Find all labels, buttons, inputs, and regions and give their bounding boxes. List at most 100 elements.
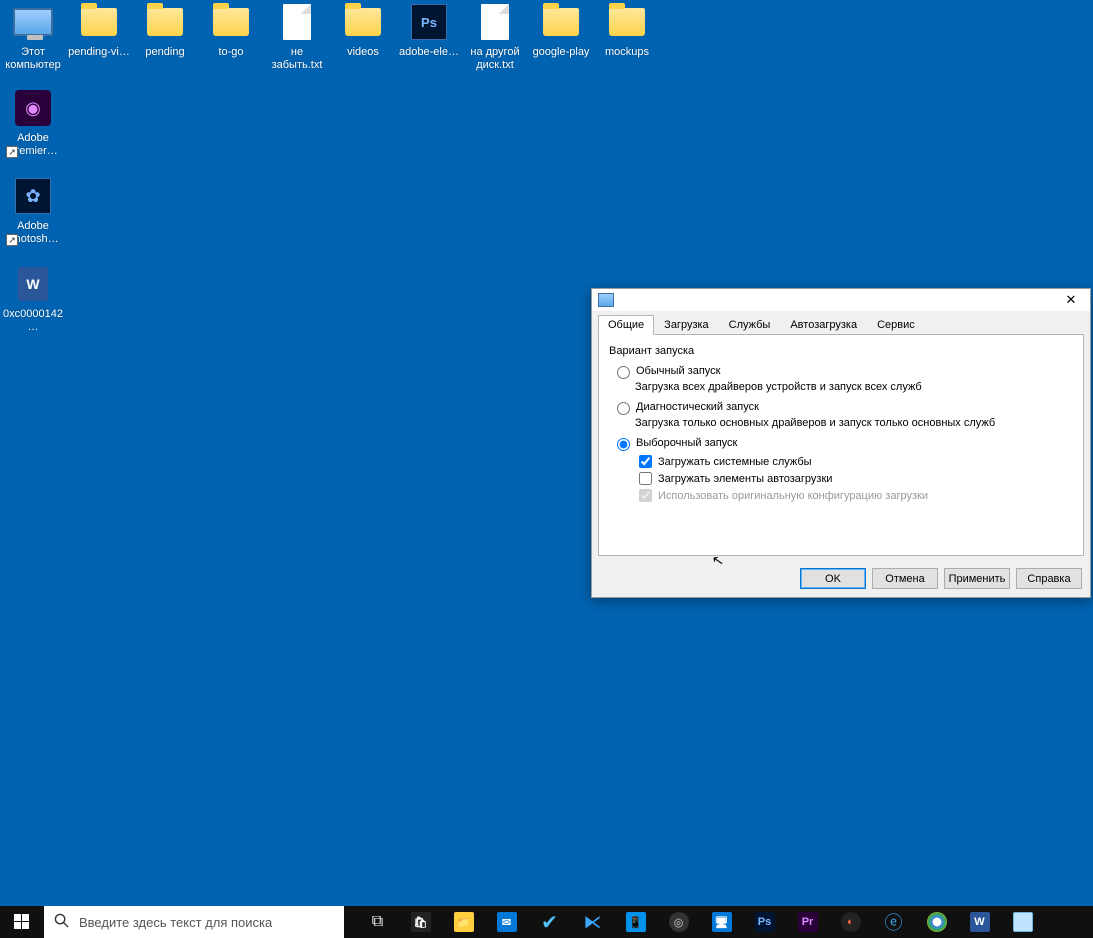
tab-panel-general: Вариант запуска Обычный запуск Загрузка … — [598, 334, 1084, 556]
checkbox-input[interactable] — [639, 455, 652, 468]
apply-button[interactable]: Применить — [944, 568, 1010, 589]
store-icon: 🛍 — [411, 912, 431, 932]
taskbar-app-store[interactable]: 🛍 — [399, 906, 442, 938]
photoshop-file-icon: Ps — [411, 4, 447, 40]
close-button[interactable]: ✕ — [1056, 290, 1086, 310]
computer-icon — [13, 8, 53, 36]
word-icon: W — [970, 912, 990, 932]
desktop-icon-mockups[interactable]: mockups — [594, 2, 660, 59]
icon-label: Этот компьютер — [0, 46, 66, 72]
task-view-icon: ⧉ — [372, 913, 383, 931]
checkbox-label: Загружать элементы автозагрузки — [658, 473, 832, 485]
search-box[interactable]: Введите здесь текст для поиска — [44, 906, 344, 938]
desktop-icon-pending[interactable]: pending — [132, 2, 198, 59]
radio-input[interactable] — [617, 366, 630, 379]
icon-label: pending-vi… — [66, 46, 132, 59]
desktop-icon-this-pc[interactable]: Этот компьютер — [0, 2, 66, 72]
icon-label: videos — [330, 46, 396, 59]
radio-input[interactable] — [617, 402, 630, 415]
desktop-icon-videos[interactable]: videos — [330, 2, 396, 59]
startup-variant-label: Вариант запуска — [609, 345, 1073, 357]
titlebar[interactable]: ✕ — [592, 289, 1090, 311]
cancel-button[interactable]: Отмена — [872, 568, 938, 589]
tab-tools[interactable]: Сервис — [867, 315, 925, 335]
icon-label: adobe-ele… — [396, 46, 462, 59]
vscode-icon: ⧔ — [584, 912, 602, 933]
folder-icon — [147, 8, 183, 36]
folder-icon — [543, 8, 579, 36]
search-placeholder: Введите здесь текст для поиска — [79, 915, 272, 930]
checkbox-use-original-boot-config: Использовать оригинальную конфигурацию з… — [639, 489, 1073, 502]
chrome-icon — [927, 912, 947, 932]
desktop-icon-google-play[interactable]: google-play — [528, 2, 594, 59]
taskbar-app-edge[interactable]: ⓔ — [872, 906, 915, 938]
explorer-icon: 📁 — [454, 912, 474, 932]
checkbox-input[interactable] — [639, 472, 652, 485]
tab-boot[interactable]: Загрузка — [654, 315, 718, 335]
premiere-icon: Pr — [798, 912, 818, 932]
desktop-icon-na-drugoy[interactable]: на другой диск.txt — [462, 2, 528, 72]
word-doc-icon: W — [18, 267, 48, 301]
search-icon — [54, 913, 69, 931]
taskbar-app-davinci[interactable]: ◐ — [829, 906, 872, 938]
icon-label: mockups — [594, 46, 660, 59]
icon-label: to-go — [198, 46, 264, 59]
taskbar-app-remote[interactable]: 🖥 — [700, 906, 743, 938]
start-button[interactable] — [0, 906, 44, 938]
desktop-icon-ne-zabyt[interactable]: не забыть.txt — [264, 2, 330, 72]
tab-general[interactable]: Общие — [598, 315, 654, 335]
taskbar-app-photoshop[interactable]: Ps — [743, 906, 786, 938]
desktop-icon-adobe-premiere[interactable]: ↗ Adobe Premier… — [0, 88, 66, 158]
icon-label: на другой диск.txt — [462, 46, 528, 72]
tab-services[interactable]: Службы — [719, 315, 781, 335]
desktop-icon-adobe-ele[interactable]: Ps adobe-ele… — [396, 2, 462, 59]
desktop-icon-to-go[interactable]: to-go — [198, 2, 264, 59]
ok-button[interactable]: OK — [800, 568, 866, 589]
tab-strip: Общие Загрузка Службы Автозагрузка Серви… — [592, 311, 1090, 335]
shortcut-badge-icon: ↗ — [6, 234, 18, 246]
shortcut-badge-icon: ↗ — [6, 146, 18, 158]
icon-label: pending — [132, 46, 198, 59]
desktop-icon-pending-vi[interactable]: pending-vi… — [66, 2, 132, 59]
icon-label: google-play — [528, 46, 594, 59]
task-view-button[interactable]: ⧉ — [356, 906, 399, 938]
tab-startup[interactable]: Автозагрузка — [780, 315, 867, 335]
taskbar-app-chrome[interactable] — [915, 906, 958, 938]
radio-normal-startup[interactable]: Обычный запуск — [617, 365, 1073, 379]
taskbar-app-word[interactable]: W — [958, 906, 1001, 938]
folder-icon — [345, 8, 381, 36]
phone-icon: 📱 — [626, 912, 646, 932]
checkbox-label: Загружать системные службы — [658, 456, 812, 468]
radio-input[interactable] — [617, 438, 630, 451]
config-icon — [1013, 912, 1033, 932]
checkbox-load-startup-items[interactable]: Загружать элементы автозагрузки — [639, 472, 1073, 485]
desktop-icon-adobe-photoshop[interactable]: ↗ Adobe Photosh… — [0, 176, 66, 246]
help-button[interactable]: Справка — [1016, 568, 1082, 589]
taskbar-app-phone[interactable]: 📱 — [614, 906, 657, 938]
radio-selective-startup[interactable]: Выборочный запуск — [617, 437, 1073, 451]
taskbar-app-mail[interactable]: ✉ — [485, 906, 528, 938]
taskbar-app-explorer[interactable]: 📁 — [442, 906, 485, 938]
taskbar-app-premiere[interactable]: Pr — [786, 906, 829, 938]
radio-label: Диагностический запуск — [636, 401, 759, 413]
photoshop-icon — [15, 178, 51, 214]
windows-logo-icon — [14, 914, 30, 930]
taskbar-pinned-apps: ⧉ 🛍 📁 ✉ ✔ ⧔ 📱 ◎ 🖥 Ps Pr ◐ ⓔ W — [356, 906, 1044, 938]
photoshop-icon: Ps — [755, 912, 775, 932]
checkbox-label: Использовать оригинальную конфигурацию з… — [658, 490, 928, 502]
radio-diagnostic-startup[interactable]: Диагностический запуск — [617, 401, 1073, 415]
monitor-icon: 🖥 — [712, 912, 732, 932]
edge-icon: ⓔ — [885, 909, 903, 935]
radio-label: Выборочный запуск — [636, 437, 737, 449]
taskbar-app-obs[interactable]: ◎ — [657, 906, 700, 938]
checkbox-load-system-services[interactable]: Загружать системные службы — [639, 455, 1073, 468]
taskbar-app-msconfig[interactable] — [1001, 906, 1044, 938]
taskbar-app-vscode[interactable]: ⧔ — [571, 906, 614, 938]
icon-label: не забыть.txt — [264, 46, 330, 72]
msconfig-window: ✕ Общие Загрузка Службы Автозагрузка Сер… — [591, 288, 1091, 598]
taskbar-app-todo[interactable]: ✔ — [528, 906, 571, 938]
desktop-icon-0xc0000142[interactable]: W 0xc0000142… — [0, 264, 66, 334]
radio-desc: Загрузка только основных драйверов и зап… — [635, 417, 1073, 429]
mail-icon: ✉ — [497, 912, 517, 932]
davinci-icon: ◐ — [841, 912, 861, 932]
